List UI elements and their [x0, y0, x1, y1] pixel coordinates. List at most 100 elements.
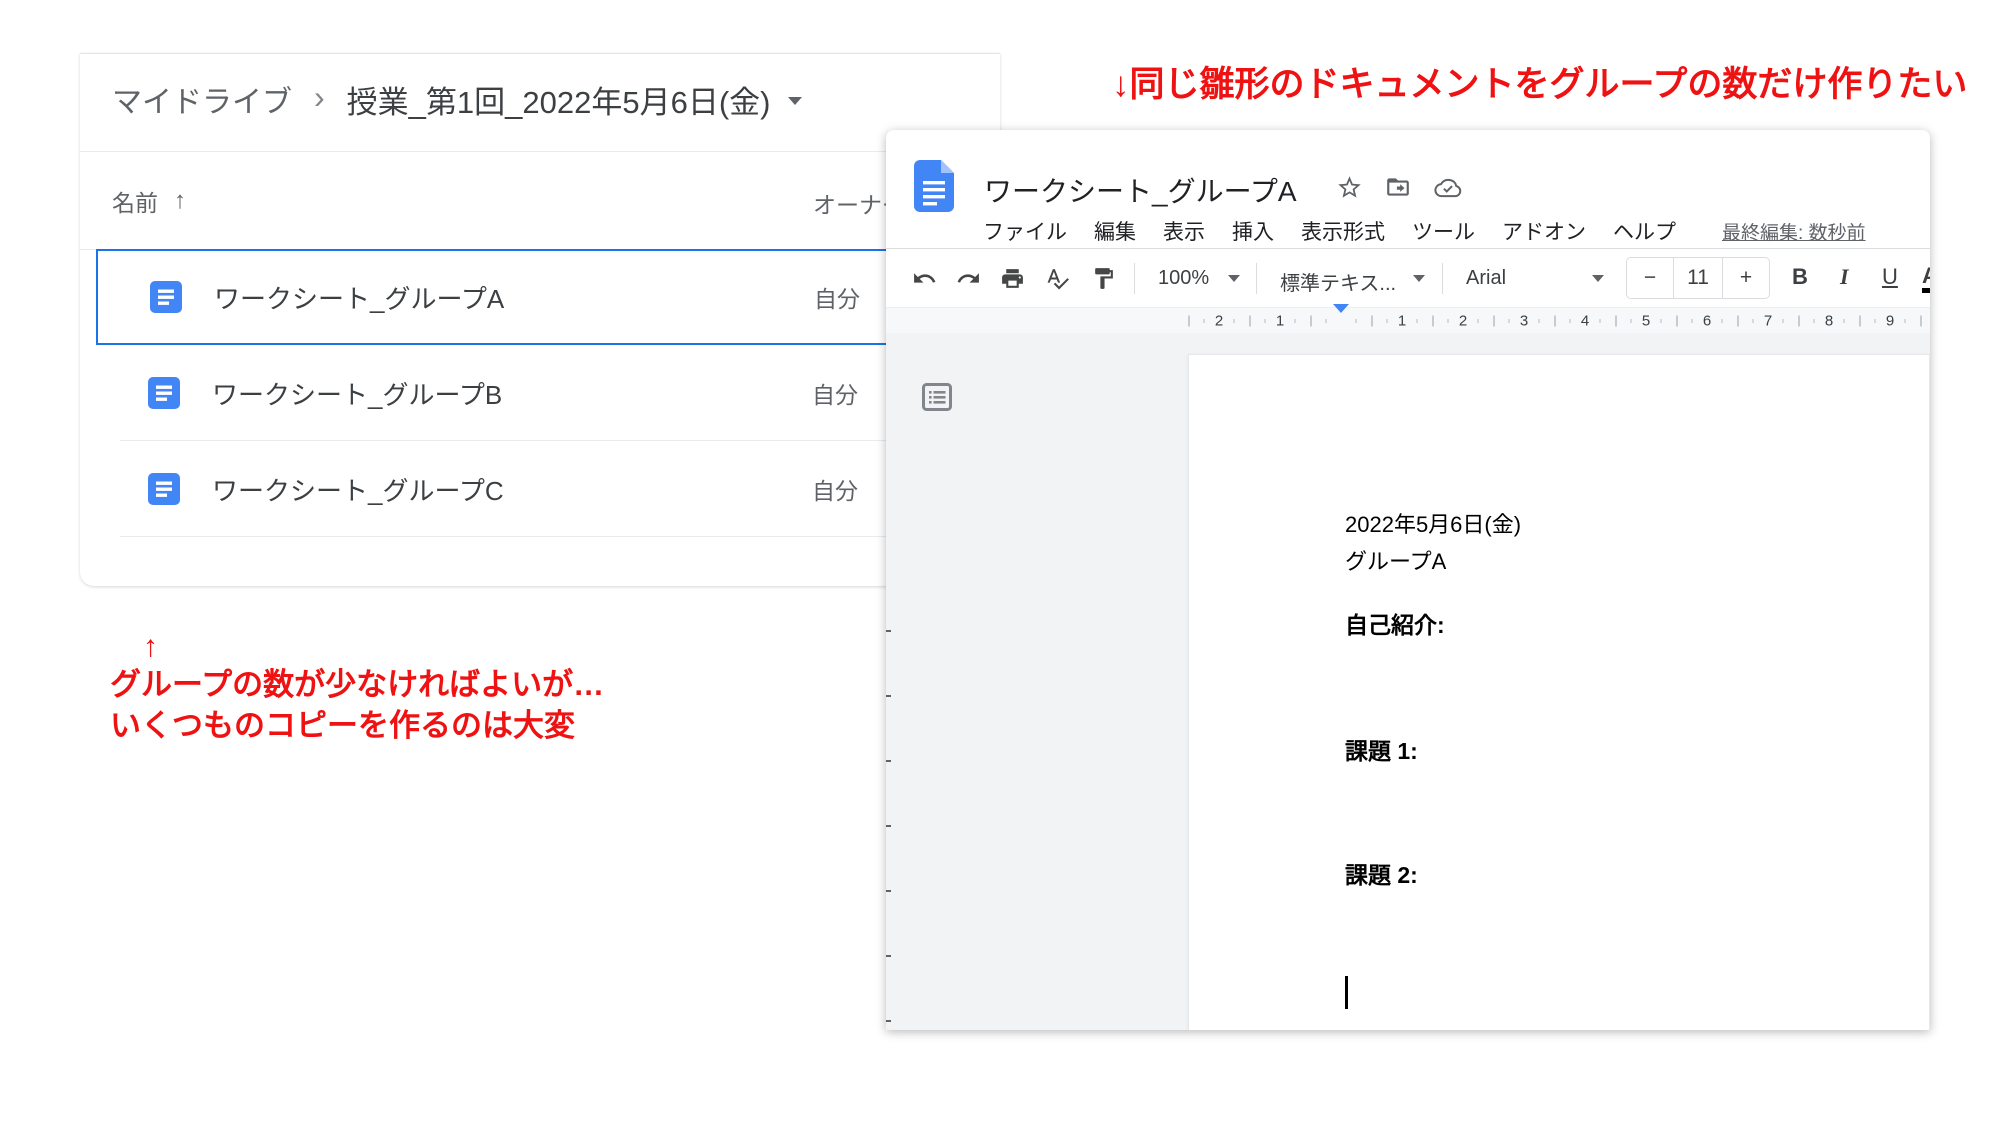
file-list: ワークシート_グループA 自分 ワークシート_グループB 自分 ワークシート_グ…: [96, 249, 1000, 537]
breadcrumb-folder[interactable]: 授業_第1回_2022年5月6日(金): [347, 77, 771, 122]
ruler-tick: [1661, 319, 1662, 323]
ruler-tick: [1249, 316, 1250, 327]
vertical-ruler-tick: [886, 630, 891, 632]
menu-format[interactable]: 表示形式: [1301, 216, 1385, 246]
last-edit-link[interactable]: 最終編集: 数秒前: [1722, 218, 1866, 245]
annotation-bottom-line1: グループの数が少なければよいが…: [110, 667, 604, 702]
ruler-tick: [1630, 319, 1631, 323]
ruler-number: 2: [1459, 313, 1467, 330]
ruler-tick: [1752, 319, 1753, 323]
move-to-folder-icon[interactable]: [1385, 174, 1412, 201]
ruler-tick: [1188, 316, 1189, 327]
menu-edit[interactable]: 編集: [1094, 216, 1136, 246]
breadcrumb: マイドライブ › 授業_第1回_2022年5月6日(金): [112, 68, 802, 130]
font-size-increase-button[interactable]: +: [1723, 258, 1769, 298]
sort-ascending-icon: ↑: [174, 187, 186, 215]
vertical-ruler-tick: [886, 760, 891, 762]
document-outline-icon[interactable]: [922, 383, 952, 411]
italic-button[interactable]: I: [1840, 264, 1849, 290]
file-row[interactable]: ワークシート_グループB 自分: [96, 345, 1000, 441]
doc-title[interactable]: ワークシート_グループA: [984, 170, 1297, 210]
annotation-bottom-note: ↑ グループの数が少なければよいが… いくつものコピーを作るのは大変: [110, 630, 604, 746]
doc-intro-heading: 自己紹介:: [1345, 606, 1445, 640]
column-header-name[interactable]: 名前 ↑: [112, 184, 186, 218]
ruler-tick: [1371, 316, 1372, 327]
font-size-stepper: − 11 +: [1626, 257, 1770, 299]
horizontal-ruler: 21123456789: [886, 307, 1930, 334]
menu-view[interactable]: 表示: [1163, 216, 1205, 246]
undo-icon[interactable]: [912, 266, 937, 291]
menu-addons[interactable]: アドオン: [1502, 216, 1586, 246]
style-caret-icon[interactable]: [1413, 275, 1425, 282]
ruler-tick: [1874, 319, 1875, 323]
breadcrumb-dropdown-icon[interactable]: [788, 97, 802, 105]
ruler-number: 1: [1276, 313, 1284, 330]
ruler-tick: [1325, 319, 1326, 323]
text-color-button[interactable]: A: [1922, 264, 1930, 293]
ruler-tick: [1539, 319, 1540, 323]
ruler-tick: [1417, 319, 1418, 323]
menu-file[interactable]: ファイル: [983, 216, 1067, 246]
file-row[interactable]: ワークシート_グループC 自分: [96, 441, 1000, 537]
docs-window: ワークシート_グループA ファイル 編集 表示 挿入 表示形式 ツール アドオン…: [886, 130, 1930, 1030]
ruler-tick: [1722, 319, 1723, 323]
ruler-number: 7: [1764, 313, 1772, 330]
file-row[interactable]: ワークシート_グループA 自分: [96, 249, 1000, 345]
ruler-tick: [1737, 316, 1738, 327]
google-docs-app-icon: [914, 160, 954, 212]
annotation-up-arrow: ↑: [143, 630, 604, 664]
breadcrumb-root[interactable]: マイドライブ: [112, 77, 292, 121]
file-name: ワークシート_グループB: [212, 375, 502, 412]
ruler-tick: [1600, 319, 1601, 323]
ruler-number: 1: [1398, 313, 1406, 330]
paragraph-style-select[interactable]: 標準テキス...: [1280, 267, 1396, 296]
ruler-number: 6: [1703, 313, 1711, 330]
star-icon[interactable]: [1336, 174, 1363, 201]
zoom-select[interactable]: 100%: [1158, 267, 1209, 290]
redo-icon[interactable]: [956, 266, 981, 291]
menu-insert[interactable]: 挿入: [1232, 216, 1274, 246]
file-owner: 自分: [814, 280, 860, 314]
doc-file-icon: [148, 473, 180, 505]
menu-help[interactable]: ヘルプ: [1613, 216, 1676, 246]
annotation-bottom-line2: いくつものコピーを作るのは大変: [110, 708, 575, 743]
ruler-tick: [1783, 319, 1784, 323]
vertical-ruler-tick: [886, 890, 891, 892]
breadcrumb-chevron-icon: ›: [314, 79, 325, 116]
ruler-number: 2: [1215, 313, 1223, 330]
file-owner: 自分: [812, 472, 858, 506]
left-indent-marker[interactable]: [1333, 313, 1349, 331]
ruler-tick: [1615, 316, 1616, 327]
menu-bar: ファイル 編集 表示 挿入 表示形式 ツール アドオン ヘルプ: [983, 216, 1676, 246]
file-owner: 自分: [812, 376, 858, 410]
ruler-tick: [1203, 319, 1204, 323]
ruler-tick: [1554, 316, 1555, 327]
toolbar-separator: [1134, 263, 1135, 294]
underline-button[interactable]: U: [1882, 264, 1898, 290]
drive-panel: マイドライブ › 授業_第1回_2022年5月6日(金) 名前 ↑ オーナー ワ…: [80, 53, 1000, 586]
ruler-tick: [1478, 319, 1479, 323]
ruler-number: 8: [1825, 313, 1833, 330]
ruler-tick: [1356, 319, 1357, 323]
vertical-ruler-tick: [886, 955, 891, 957]
doc-file-icon: [148, 377, 180, 409]
menu-tools[interactable]: ツール: [1412, 216, 1475, 246]
ruler-tick: [1798, 316, 1799, 327]
cloud-saved-icon[interactable]: [1434, 174, 1461, 201]
title-action-icons: [1336, 174, 1461, 201]
file-name: ワークシート_グループC: [212, 471, 504, 508]
spellcheck-icon[interactable]: [1045, 266, 1070, 291]
ruler-number: 9: [1886, 313, 1894, 330]
font-caret-icon[interactable]: [1592, 275, 1604, 282]
vertical-ruler-tick: [886, 695, 891, 697]
ruler-number: 4: [1581, 313, 1589, 330]
print-icon[interactable]: [1000, 266, 1025, 291]
zoom-caret-icon[interactable]: [1228, 275, 1240, 282]
font-select[interactable]: Arial: [1466, 267, 1506, 290]
paint-format-icon[interactable]: [1091, 266, 1116, 291]
ruler-tick: [1844, 319, 1845, 323]
bold-button[interactable]: B: [1792, 264, 1808, 290]
document-page[interactable]: 2022年5月6日(金) グループA 自己紹介: 課題 1: 課題 2:: [1188, 354, 1930, 1030]
font-size-value[interactable]: 11: [1673, 258, 1723, 298]
font-size-decrease-button[interactable]: −: [1627, 258, 1673, 298]
